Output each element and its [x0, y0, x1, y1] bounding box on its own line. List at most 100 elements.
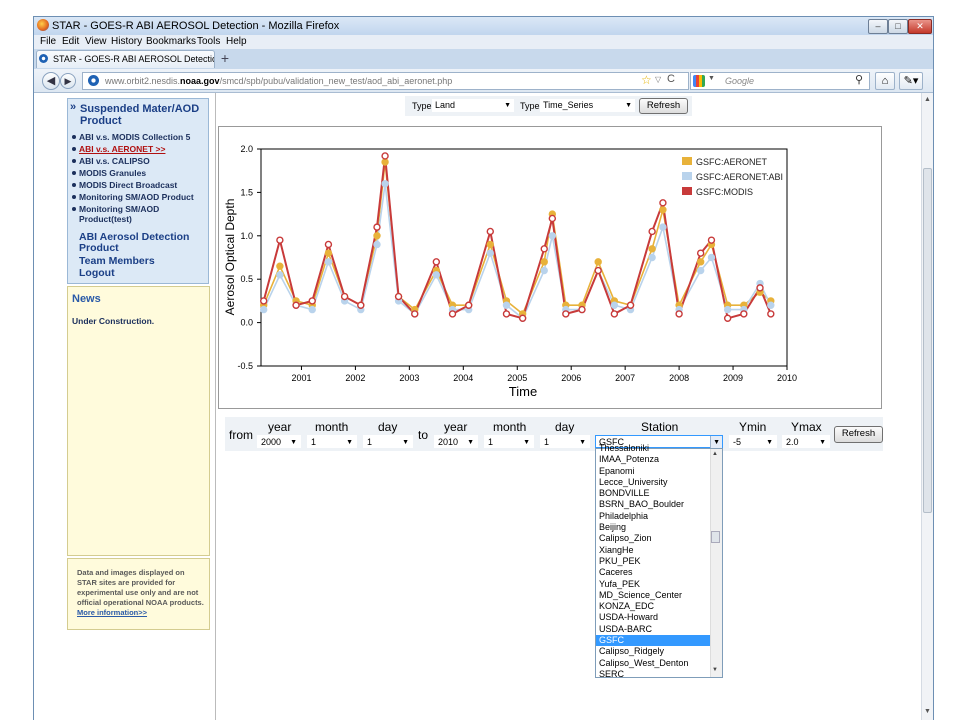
- more-info-link[interactable]: More information>>: [77, 608, 147, 617]
- ymax-select[interactable]: 2.0 ▼: [782, 435, 830, 448]
- legend-swatch: [682, 187, 692, 195]
- history-dropdown-icon[interactable]: ▽: [655, 75, 661, 84]
- legend-swatch: [682, 157, 692, 165]
- menu-file[interactable]: File: [40, 36, 56, 47]
- data-point: [381, 152, 389, 160]
- station-option[interactable]: Thessaloniki: [596, 443, 711, 454]
- legend-label: GSFC:AERONET: [696, 157, 768, 167]
- data-point: [696, 249, 705, 257]
- station-option[interactable]: USDA-BARC: [596, 624, 711, 635]
- station-option[interactable]: IMAA_Potenza: [596, 454, 711, 465]
- new-tab-button[interactable]: +: [217, 51, 233, 67]
- tab-star[interactable]: STAR - GOES-R ABI AEROSOL Detection: [36, 50, 215, 68]
- search-bar[interactable]: Google: [690, 72, 870, 90]
- station-option[interactable]: Epanomi: [596, 466, 711, 477]
- x-tick-label: 2008: [669, 373, 689, 383]
- scroll-down-icon[interactable]: ▼: [712, 667, 718, 673]
- data-point: [610, 301, 619, 309]
- bullet-icon: [72, 207, 76, 211]
- sidebar-link-abi-aerosol[interactable]: ABI Aerosol Detection Product: [79, 232, 204, 254]
- from-year-select[interactable]: 2000 ▼: [257, 435, 301, 448]
- data-point: [292, 301, 300, 309]
- type-select[interactable]: Land ▼: [432, 99, 514, 112]
- search-icon[interactable]: ⚲: [855, 73, 863, 86]
- engine-dropdown-icon[interactable]: ▼: [708, 75, 715, 82]
- dropdown-scroll-thumb[interactable]: [711, 531, 720, 543]
- sidebar-link-modis-direct[interactable]: MODIS Direct Broadcast: [79, 180, 177, 190]
- station-option[interactable]: Beijing: [596, 522, 711, 533]
- dropdown-scrollbar[interactable]: [710, 449, 722, 677]
- menu-edit[interactable]: Edit: [62, 36, 79, 47]
- station-option[interactable]: Calipso_West_Denton: [596, 658, 711, 669]
- type2-select[interactable]: Time_Series ▼: [540, 99, 635, 112]
- station-option[interactable]: Lecce_University: [596, 477, 711, 488]
- menu-view[interactable]: View: [85, 36, 107, 47]
- station-option[interactable]: XiangHe: [596, 545, 711, 556]
- from-day-select[interactable]: 1 ▼: [363, 435, 413, 448]
- sidebar-link-team[interactable]: Team Members: [79, 256, 155, 267]
- scroll-up-icon[interactable]: ▲: [712, 451, 718, 457]
- menu-help[interactable]: Help: [226, 36, 247, 47]
- dropdown-arrow-icon: ▼: [504, 102, 511, 109]
- back-button[interactable]: ◀: [42, 72, 60, 90]
- station-option[interactable]: PKU_PEK: [596, 556, 711, 567]
- sidebar-link-monitoring[interactable]: Monitoring SM/AOD Product: [79, 192, 194, 202]
- station-option[interactable]: BONDVILLE: [596, 488, 711, 499]
- addon-button[interactable]: ✎▾: [899, 72, 923, 90]
- data-point: [486, 227, 494, 236]
- aod-time-series-chart: 2.0 1.5 1.0 0.5 0.0 -0.5 2001 2002 2003 2004 2005…: [223, 144, 797, 399]
- data-point: [594, 266, 602, 275]
- x-tick-label: 2002: [345, 373, 365, 383]
- sidebar-link-modis-c5[interactable]: ABI v.s. MODIS Collection 5: [79, 132, 190, 142]
- station-option[interactable]: Yufa_PEK: [596, 579, 711, 590]
- station-option[interactable]: KONZA_EDC: [596, 601, 711, 612]
- station-option[interactable]: GSFC: [596, 635, 711, 647]
- station-option[interactable]: USDA-Howard: [596, 612, 711, 623]
- page-scroll-thumb[interactable]: [923, 168, 932, 513]
- station-option[interactable]: Philadelphia: [596, 511, 711, 522]
- station-option[interactable]: SERC: [596, 669, 711, 680]
- type-refresh-button[interactable]: Refresh: [639, 98, 688, 114]
- to-month-select[interactable]: 1 ▼: [484, 435, 534, 448]
- station-option[interactable]: Calipso_Zion: [596, 533, 711, 544]
- scroll-up-icon[interactable]: ▲: [924, 96, 931, 103]
- forward-button[interactable]: ▶: [60, 73, 76, 89]
- form-refresh-button[interactable]: Refresh: [834, 426, 883, 443]
- bookmark-star-icon[interactable]: ☆: [641, 73, 652, 87]
- month-header: month: [493, 420, 527, 434]
- scroll-down-icon[interactable]: ▼: [924, 708, 931, 715]
- url-bar[interactable]: www.orbit2.nesdis.noaa.gov/smcd/spb/pubu…: [82, 72, 689, 90]
- sidebar-link-logout[interactable]: Logout: [79, 268, 115, 279]
- google-engine-icon[interactable]: [693, 75, 705, 87]
- menu-history[interactable]: History: [111, 36, 142, 47]
- ymin-select[interactable]: -5 ▼: [729, 435, 777, 448]
- sidebar-link-modis-granules[interactable]: MODIS Granules: [79, 168, 146, 178]
- menu-tools[interactable]: Tools: [197, 36, 220, 47]
- site-identity-icon[interactable]: [88, 75, 99, 86]
- to-day-select[interactable]: 1 ▼: [540, 435, 590, 448]
- maximize-button[interactable]: □: [888, 19, 908, 34]
- type2-select-value: Time_Series: [543, 100, 594, 110]
- menu-bookmarks[interactable]: Bookmarks: [146, 36, 196, 47]
- sidebar-heading[interactable]: Suspended Mater/AOD Product: [80, 103, 212, 127]
- sidebar-link-aeronet[interactable]: ABI v.s. AERONET >>: [79, 144, 165, 154]
- day-header: day: [555, 420, 575, 434]
- station-option[interactable]: Calipso_Ridgely: [596, 646, 711, 657]
- data-point: [502, 310, 511, 318]
- x-tick-label: 2004: [453, 373, 473, 383]
- disclaimer-body: Data and images displayed on STAR sites …: [77, 568, 204, 607]
- data-point: [432, 258, 441, 266]
- close-button[interactable]: ✕: [908, 19, 932, 34]
- to-year-select[interactable]: 2010 ▼: [434, 435, 478, 448]
- data-point: [659, 206, 667, 214]
- reload-icon[interactable]: C: [667, 73, 675, 85]
- from-month-select[interactable]: 1 ▼: [307, 435, 357, 448]
- home-button[interactable]: ⌂: [875, 72, 895, 90]
- station-option[interactable]: MD_Science_Center: [596, 590, 711, 601]
- minimize-button[interactable]: –: [868, 19, 888, 34]
- station-option[interactable]: Caceres: [596, 567, 711, 578]
- station-option[interactable]: BSRN_BAO_Boulder: [596, 499, 711, 510]
- sidebar-link-calipso[interactable]: ABI v.s. CALIPSO: [79, 156, 150, 166]
- url-prefix: www.orbit2.nesdis.: [105, 76, 181, 86]
- sidebar-link-monitoring-test[interactable]: Monitoring SM/AOD Product(test): [79, 204, 199, 224]
